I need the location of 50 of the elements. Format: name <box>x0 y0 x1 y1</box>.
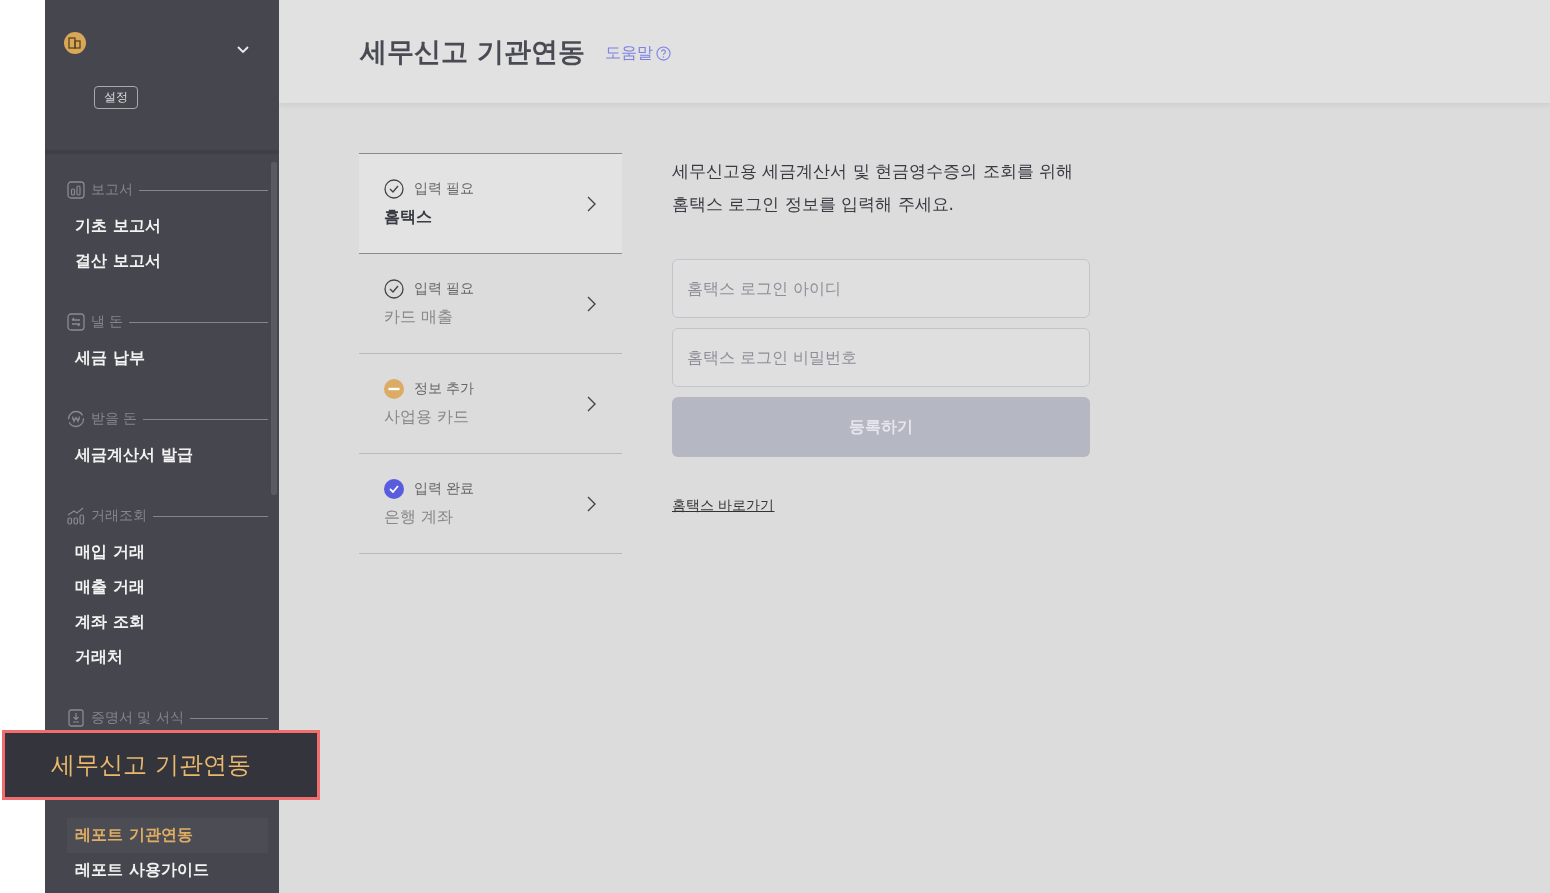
input-field[interactable]: 홈택스 로그인 비밀번호 <box>672 328 1090 387</box>
step-title: 카드 매출 <box>384 307 455 328</box>
nav-item[interactable]: 세금계산서 발급 <box>67 438 268 473</box>
logo-icon[interactable] <box>64 32 86 54</box>
step-title: 사업용 카드 <box>384 407 471 428</box>
section-icon <box>67 410 85 428</box>
section-title: 보고서 <box>91 181 133 199</box>
chevron-right-icon <box>587 195 596 212</box>
highlight-callout: 세무신고 기관연동 <box>2 730 320 800</box>
section-icon <box>67 507 85 525</box>
help-icon[interactable] <box>656 46 672 61</box>
nav-item[interactable]: 세금 납부 <box>67 341 268 376</box>
section-icon <box>67 313 85 331</box>
step-item[interactable]: 정보 추가 사업용 카드 <box>359 354 622 454</box>
nav-item[interactable]: 매출 거래 <box>67 570 268 605</box>
step-item[interactable]: 입력 필요 카드 매출 <box>359 254 622 354</box>
chevron-down-icon[interactable] <box>237 46 249 54</box>
step-item[interactable]: 입력 필요 홈택스 <box>359 154 622 254</box>
check-circle-icon <box>384 179 404 199</box>
section-icon <box>67 709 85 727</box>
hometax-link[interactable]: 홈택스 바로가기 <box>672 497 775 515</box>
step-title: 은행 계좌 <box>384 507 455 528</box>
section-title: 받을 돈 <box>91 410 138 428</box>
step-status: 정보 추가 <box>414 380 475 398</box>
chevron-right-icon <box>587 295 596 312</box>
chevron-right-icon <box>587 495 596 512</box>
minus-circle-icon <box>384 379 404 399</box>
step-status: 입력 필요 <box>414 280 475 298</box>
step-title: 홈택스 <box>384 207 433 228</box>
input-field[interactable]: 홈택스 로그인 아이디 <box>672 259 1090 318</box>
step-status: 입력 필요 <box>414 180 475 198</box>
nav-item[interactable]: 계좌 조회 <box>67 605 268 640</box>
section-title: 증명서 및 서식 <box>91 709 184 727</box>
settings-button[interactable]: 설정 <box>94 86 138 109</box>
check-circle-icon <box>384 479 404 499</box>
nav-item[interactable]: 레포트 사용가이드 <box>67 853 268 888</box>
page-title: 세무신고 기관연동 <box>360 34 586 69</box>
nav-item[interactable]: 레포트 기관연동 <box>67 818 268 853</box>
check-circle-icon <box>384 279 404 299</box>
nav-item[interactable]: 결산 보고서 <box>67 244 268 279</box>
section-title: 거래조회 <box>91 507 147 525</box>
section-title: 낼 돈 <box>91 313 124 331</box>
step-status: 입력 완료 <box>414 480 475 498</box>
instruction-text: 세무신고용 세금계산서 및 현금영수증의 조회를 위해 홈택스 로그인 정보를 입력해 주세요. <box>672 160 1074 216</box>
nav-item[interactable]: 기초 보고서 <box>67 209 268 244</box>
step-item[interactable]: 입력 완료 은행 계좌 <box>359 454 622 554</box>
section-icon <box>67 181 85 199</box>
chevron-right-icon <box>587 395 596 412</box>
nav-item[interactable]: 매입 거래 <box>67 535 268 570</box>
nav-item[interactable]: 거래처 <box>67 640 268 675</box>
